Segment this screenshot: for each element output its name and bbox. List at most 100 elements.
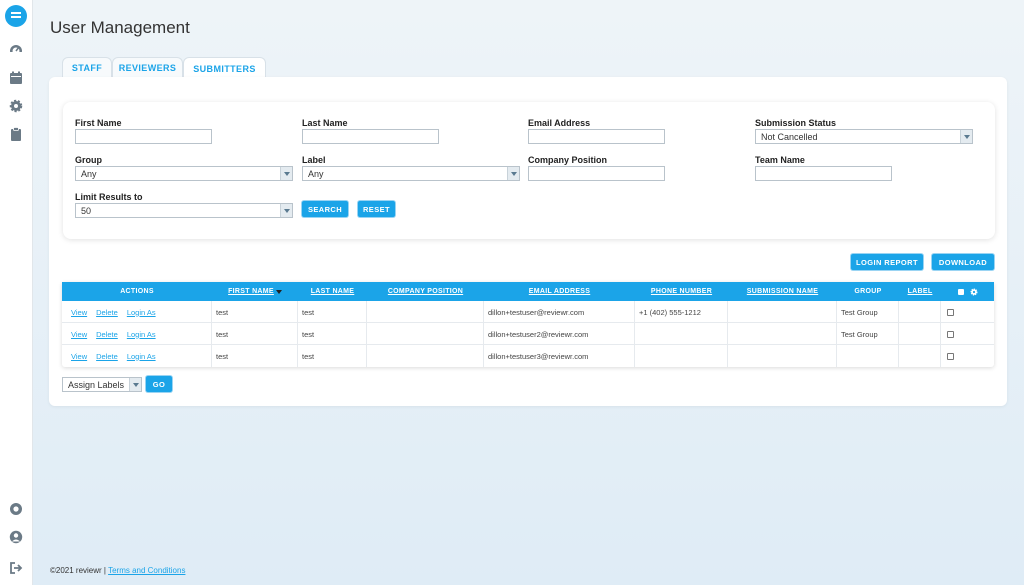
group-label: Group: [75, 155, 102, 165]
view-link[interactable]: View: [71, 352, 87, 361]
cell-phone: [635, 323, 728, 345]
delete-link[interactable]: Delete: [96, 330, 118, 339]
company-position-label: Company Position: [528, 155, 608, 165]
logo-icon[interactable]: [5, 5, 27, 27]
email-input[interactable]: [528, 129, 665, 144]
cell-email: dillon+testuser2@reviewr.com: [484, 323, 635, 345]
cell-submission: [728, 345, 837, 367]
cell-first-name: test: [212, 301, 298, 323]
cell-first-name: test: [212, 323, 298, 345]
submission-status-label: Submission Status: [755, 118, 837, 128]
cell-label: [899, 345, 941, 367]
cell-group: Test Group: [837, 323, 899, 345]
cell-group: [837, 345, 899, 367]
company-position-input[interactable]: [528, 166, 665, 181]
last-name-label: Last Name: [302, 118, 348, 128]
limit-results-select[interactable]: 50: [75, 203, 293, 218]
cell-company-position: [367, 301, 484, 323]
col-select: [941, 282, 994, 301]
team-name-label: Team Name: [755, 155, 805, 165]
bulk-action-value: Assign Labels: [68, 380, 125, 390]
label-select[interactable]: Any: [302, 166, 520, 181]
col-email-address[interactable]: EMAIL ADDRESS: [484, 282, 635, 301]
table-row: View Delete Login As test test dillon+te…: [62, 345, 994, 367]
table-row: View Delete Login As test test dillon+te…: [62, 323, 994, 345]
row-actions: View Delete Login As: [62, 301, 212, 323]
go-button[interactable]: GO: [146, 376, 172, 392]
logout-icon[interactable]: [9, 561, 23, 575]
sidebar: [0, 0, 33, 585]
col-submission-name[interactable]: SUBMISSION NAME: [728, 282, 837, 301]
cell-phone: [635, 345, 728, 367]
search-button[interactable]: SEARCH: [302, 201, 348, 217]
row-checkbox[interactable]: [947, 308, 954, 316]
delete-link[interactable]: Delete: [96, 308, 118, 317]
first-name-input[interactable]: [75, 129, 212, 144]
col-label[interactable]: LABEL: [899, 282, 941, 301]
delete-link[interactable]: Delete: [96, 352, 118, 361]
chevron-down-icon: [280, 204, 292, 217]
view-link[interactable]: View: [71, 308, 87, 317]
login-as-link[interactable]: Login As: [127, 352, 156, 361]
row-checkbox[interactable]: [947, 330, 954, 338]
view-link[interactable]: View: [71, 330, 87, 339]
cell-submission: [728, 301, 837, 323]
chevron-down-icon: [129, 378, 141, 391]
email-label: Email Address: [528, 118, 591, 128]
cell-label: [899, 323, 941, 345]
select-all-checkbox[interactable]: [957, 288, 964, 295]
login-as-link[interactable]: Login As: [127, 330, 156, 339]
submission-status-value: Not Cancelled: [761, 132, 818, 142]
tab-submitters[interactable]: SUBMITTERS: [183, 57, 266, 79]
row-actions: View Delete Login As: [62, 323, 212, 345]
cell-select: [941, 323, 994, 345]
reset-button[interactable]: RESET: [358, 201, 395, 217]
row-checkbox[interactable]: [947, 352, 954, 360]
users-table: ACTIONS FIRST NAME LAST NAME COMPANY POS…: [62, 282, 994, 367]
col-first-name[interactable]: FIRST NAME: [212, 282, 298, 301]
col-first-name-label: FIRST NAME: [228, 288, 274, 295]
chevron-down-icon: [280, 167, 292, 180]
col-last-name[interactable]: LAST NAME: [298, 282, 367, 301]
login-report-button[interactable]: LOGIN REPORT: [851, 254, 923, 270]
team-name-input[interactable]: [755, 166, 892, 181]
sort-down-icon: [275, 289, 282, 294]
tab-reviewers[interactable]: REVIEWERS: [112, 57, 183, 78]
chevron-down-icon: [960, 130, 972, 143]
group-value: Any: [81, 169, 97, 179]
col-company-position[interactable]: COMPANY POSITION: [367, 282, 484, 301]
help-icon[interactable]: [9, 502, 23, 516]
limit-results-label: Limit Results to: [75, 192, 143, 202]
limit-results-value: 50: [81, 206, 92, 216]
gear-icon[interactable]: [9, 99, 23, 113]
col-phone-number[interactable]: PHONE NUMBER: [635, 282, 728, 301]
bulk-action-select[interactable]: Assign Labels: [62, 377, 142, 392]
group-select[interactable]: Any: [75, 166, 293, 181]
cell-select: [941, 301, 994, 323]
user-icon[interactable]: [9, 530, 23, 544]
first-name-label: First Name: [75, 118, 122, 128]
gear-icon[interactable]: [970, 288, 978, 296]
calendar-icon[interactable]: [9, 71, 23, 85]
label-value: Any: [308, 169, 324, 179]
cell-submission: [728, 323, 837, 345]
dashboard-icon[interactable]: [9, 43, 23, 57]
cell-label: [899, 301, 941, 323]
row-actions: View Delete Login As: [62, 345, 212, 367]
terms-link[interactable]: Terms and Conditions: [108, 566, 185, 575]
cell-company-position: [367, 345, 484, 367]
cell-last-name: test: [298, 301, 367, 323]
tab-staff[interactable]: STAFF: [62, 57, 112, 78]
submission-status-select[interactable]: Not Cancelled: [755, 129, 973, 144]
page-title: User Management: [50, 18, 190, 37]
login-as-link[interactable]: Login As: [127, 308, 156, 317]
clipboard-icon[interactable]: [9, 127, 23, 141]
cell-select: [941, 345, 994, 367]
table-header: ACTIONS FIRST NAME LAST NAME COMPANY POS…: [62, 282, 994, 301]
table-row: View Delete Login As test test dillon+te…: [62, 301, 994, 323]
download-button[interactable]: DOWNLOAD: [932, 254, 994, 270]
cell-email: dillon+testuser3@reviewr.com: [484, 345, 635, 367]
last-name-input[interactable]: [302, 129, 439, 144]
cell-company-position: [367, 323, 484, 345]
copyright-text: ©2021 reviewr |: [50, 566, 106, 575]
